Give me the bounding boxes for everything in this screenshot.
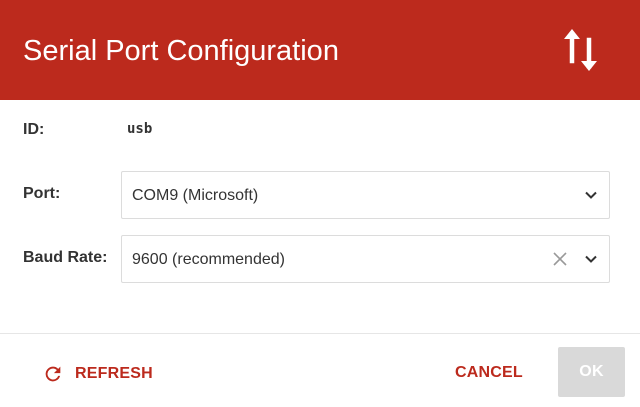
- close-icon[interactable]: [553, 252, 567, 266]
- serial-port-dialog: Serial Port Configuration ID: usb Port: …: [0, 0, 640, 407]
- chevron-down-icon[interactable]: [585, 255, 597, 263]
- baud-rate-select[interactable]: 9600 (recommended): [121, 235, 610, 283]
- port-select-value: COM9 (Microsoft): [132, 187, 259, 204]
- dialog-title: Serial Port Configuration: [23, 35, 339, 67]
- chevron-down-icon[interactable]: [585, 191, 597, 199]
- baud-rate-select-value: 9600 (recommended): [132, 251, 285, 268]
- swap-vertical-icon: [564, 29, 597, 71]
- refresh-icon: [45, 366, 61, 382]
- port-select[interactable]: COM9 (Microsoft): [121, 171, 610, 219]
- refresh-button-label: REFRESH: [75, 365, 153, 382]
- port-label: Port:: [23, 185, 61, 202]
- id-value: usb: [127, 121, 153, 137]
- ok-button[interactable]: OK: [558, 347, 625, 397]
- cancel-button[interactable]: CANCEL: [455, 364, 523, 382]
- refresh-button[interactable]: REFRESH: [42, 360, 153, 388]
- ok-button-label: OK: [579, 363, 604, 380]
- id-label: ID:: [23, 121, 45, 138]
- footer-divider: [0, 333, 640, 334]
- baud-rate-label: Baud Rate:: [23, 249, 108, 266]
- dialog-header: Serial Port Configuration: [0, 0, 640, 100]
